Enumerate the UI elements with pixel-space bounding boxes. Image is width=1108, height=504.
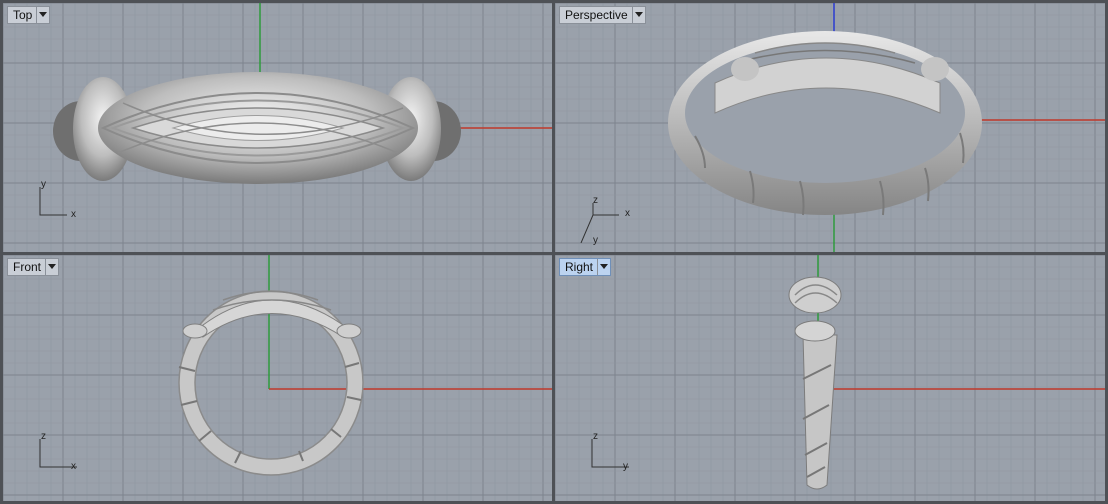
axis-label: z: [593, 195, 598, 206]
viewport-title-perspective: Perspective: [565, 8, 628, 22]
axis-label: z: [593, 431, 598, 442]
axis-label: x: [625, 208, 630, 219]
axis-icon-top: [39, 187, 67, 216]
viewport-tab-front[interactable]: Front: [7, 258, 60, 276]
axis-label: x: [71, 461, 76, 472]
viewport-front[interactable]: Front z x: [3, 255, 552, 501]
ring-model-front[interactable]: [3, 255, 552, 501]
ring-model-top[interactable]: [3, 3, 552, 252]
viewport-tab-perspective[interactable]: Perspective: [559, 6, 646, 24]
viewport-right[interactable]: Right z y: [555, 255, 1105, 501]
viewport-title-right: Right: [565, 260, 594, 274]
viewport-title-top: Top: [13, 8, 33, 22]
axis-label: z: [41, 431, 46, 442]
ring-model-perspective[interactable]: [555, 3, 1105, 252]
viewport-tab-top[interactable]: Top: [7, 6, 51, 24]
viewport-title-front: Front: [13, 260, 42, 274]
viewport-perspective[interactable]: Perspective z x y: [555, 3, 1105, 252]
axis-label: y: [593, 235, 598, 246]
ring-model-right[interactable]: [555, 255, 1105, 501]
axis-label: y: [623, 461, 628, 472]
chevron-down-icon[interactable]: [45, 259, 58, 275]
axis-label: x: [71, 209, 76, 220]
chevron-down-icon[interactable]: [36, 7, 49, 23]
axis-icon-perspective: [580, 203, 619, 243]
chevron-down-icon[interactable]: [597, 259, 610, 275]
viewport-tab-right[interactable]: Right: [559, 258, 612, 276]
chevron-down-icon[interactable]: [631, 7, 645, 23]
viewport-top[interactable]: Top y x: [3, 3, 552, 252]
axis-label: y: [41, 179, 46, 190]
